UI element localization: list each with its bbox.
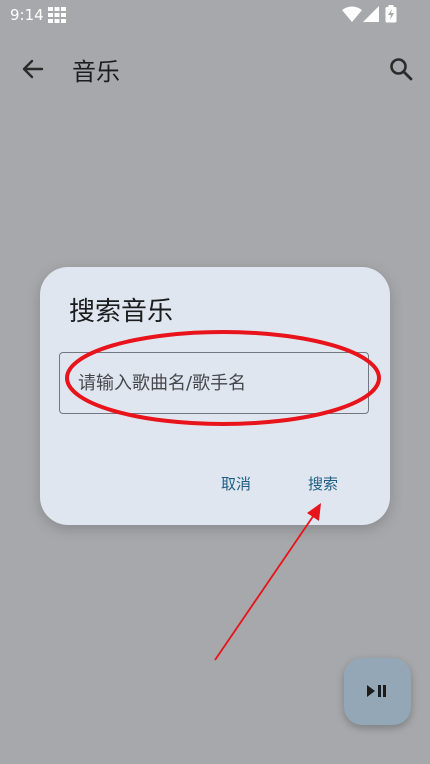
song-search-input[interactable]	[59, 352, 369, 414]
grid-icon	[48, 7, 66, 23]
app-bar: 音乐	[0, 40, 430, 96]
status-bar: 9:14	[0, 0, 430, 30]
signal-icon	[363, 6, 379, 22]
arrow-left-icon	[22, 59, 44, 79]
play-pause-icon	[367, 685, 386, 697]
search-icon	[390, 58, 413, 81]
search-confirm-button[interactable]: 搜索	[298, 467, 348, 500]
wifi-icon	[342, 6, 362, 22]
status-time: 9:14	[10, 6, 44, 24]
battery-icon	[385, 5, 397, 23]
page-title: 音乐	[72, 58, 120, 86]
back-button[interactable]	[18, 54, 48, 84]
cancel-button[interactable]: 取消	[211, 467, 261, 500]
dialog-title: 搜索音乐	[69, 297, 174, 327]
search-music-dialog: 搜索音乐 取消 搜索	[40, 267, 390, 525]
play-pause-fab[interactable]	[344, 658, 411, 725]
annotation-arrow-line	[214, 511, 317, 661]
search-button[interactable]	[386, 54, 416, 84]
